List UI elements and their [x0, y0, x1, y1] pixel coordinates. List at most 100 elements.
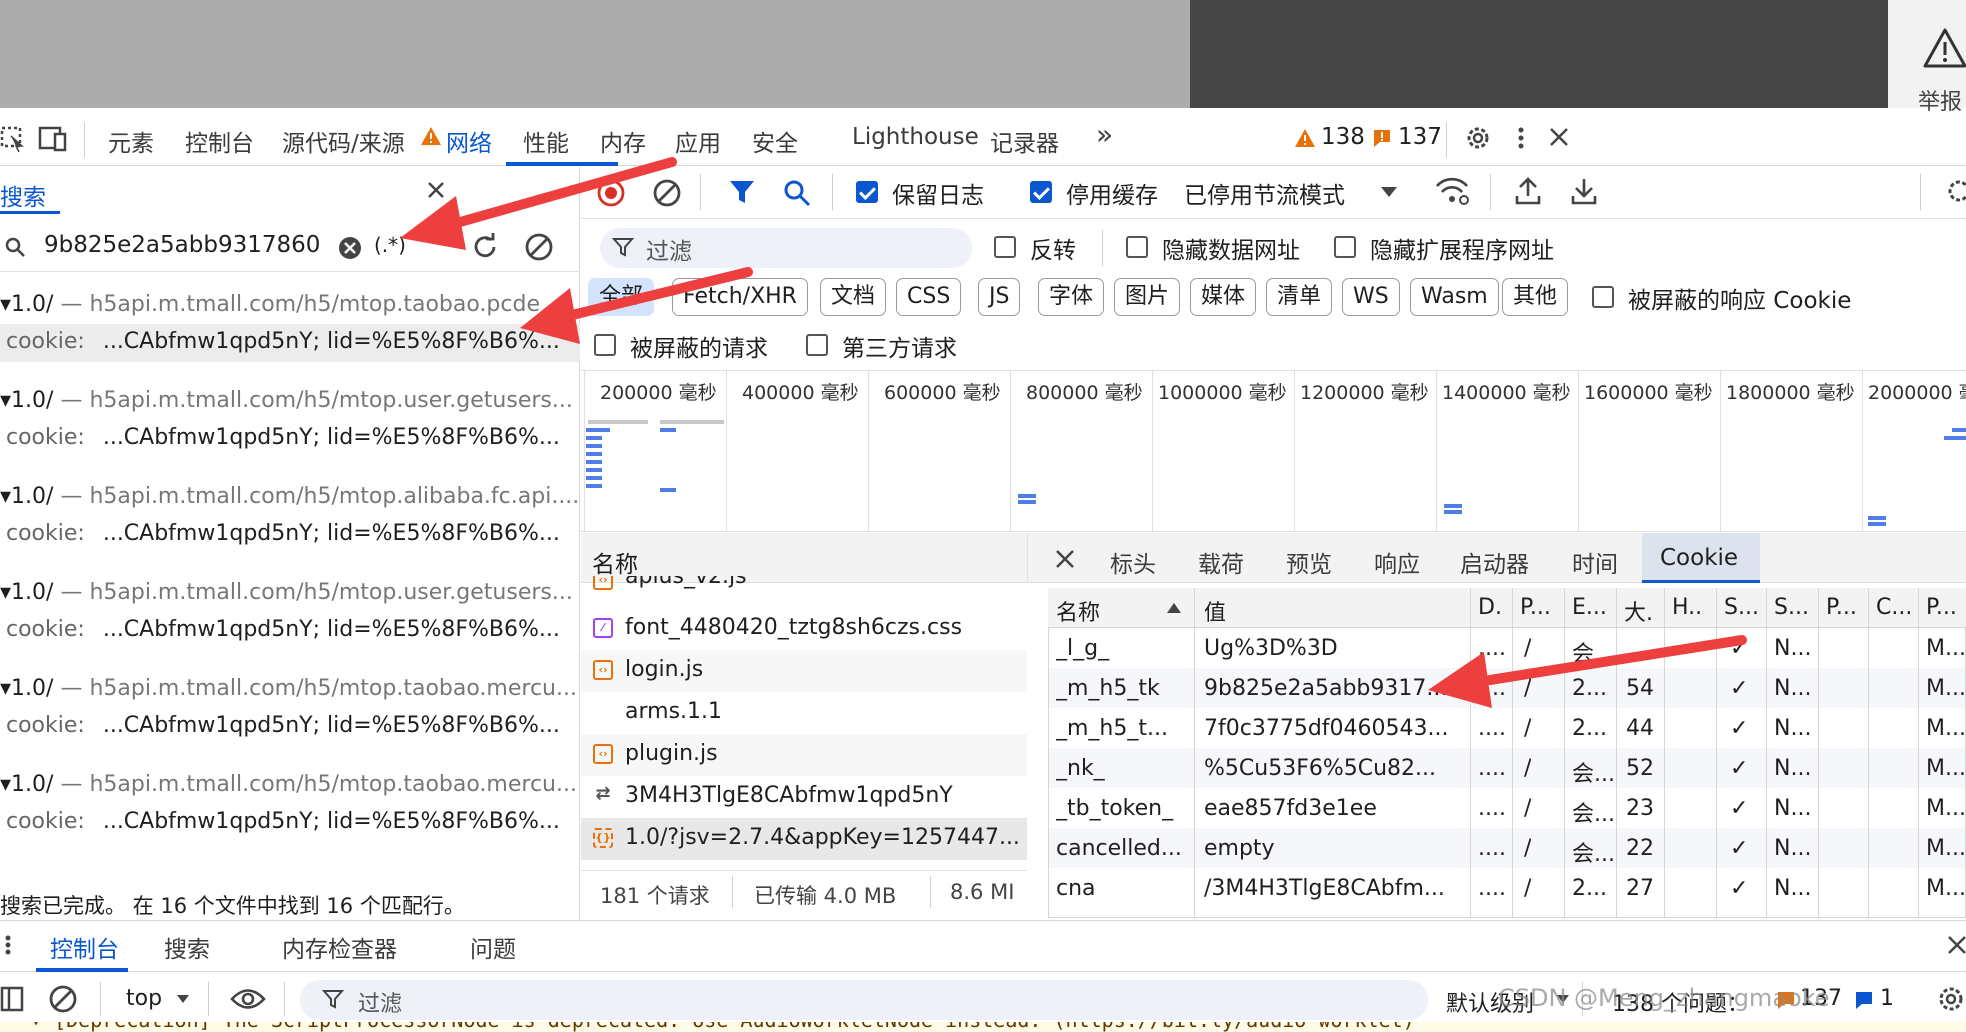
search-result-url[interactable]: ▾1.0/ — h5api.m.tmall.com/h5/mtop.user.g… — [0, 388, 578, 413]
hide-ext-urls-checkbox[interactable] — [1334, 236, 1356, 258]
chip-js[interactable]: JS — [978, 278, 1021, 316]
issue-info-count[interactable]: 1 — [1880, 986, 1894, 1011]
search-result-match[interactable]: cookie: ...CAbfmw1qpd5nY; lid=%E5%8F%B6%.… — [6, 329, 578, 354]
export-har-icon[interactable] — [1570, 176, 1598, 206]
cookie-name[interactable]: cna — [1056, 876, 1188, 901]
search-result-match[interactable]: cookie: ...CAbfmw1qpd5nY; lid=%E5%8F%B6%.… — [6, 617, 578, 642]
cookie-name[interactable]: _nk_ — [1056, 756, 1188, 781]
cookie-header-priority[interactable]: P... — [1926, 595, 1966, 620]
search-result-url[interactable]: ▾1.0/ — h5api.m.tmall.com/h5/mtop.taobao… — [0, 772, 578, 797]
tab-elements[interactable]: 元素 — [108, 124, 154, 158]
device-toolbar-icon[interactable] — [38, 124, 68, 154]
tab-timing[interactable]: 时间 — [1572, 545, 1618, 579]
drawer-tab-search[interactable]: 搜索 — [164, 930, 210, 964]
search-input[interactable]: 9b825e2a5abb9317860 — [44, 232, 324, 258]
tab-network[interactable]: 网络 — [446, 124, 492, 158]
cookie-value[interactable]: 7f0c3775df0460543... — [1204, 716, 1466, 741]
regex-toggle[interactable]: (.*) — [374, 233, 406, 257]
cookie-name[interactable]: _l_g_ — [1056, 636, 1188, 661]
clear-results-icon[interactable] — [524, 232, 554, 262]
request-row[interactable]: ‹› login.js — [581, 650, 1027, 692]
cookie-header-samesite[interactable]: S... — [1774, 595, 1809, 620]
chevron-down-icon[interactable] — [1380, 186, 1398, 198]
settings-gear-icon[interactable] — [1464, 124, 1492, 152]
search-result-url[interactable]: ▾1.0/ — h5api.m.tmall.com/h5/mtop.taobao… — [0, 292, 578, 317]
search-result-url[interactable]: ▾1.0/ — h5api.m.tmall.com/h5/mtop.user.g… — [0, 580, 578, 605]
tab-console[interactable]: 控制台 — [185, 124, 254, 158]
record-stop-icon[interactable] — [596, 178, 626, 208]
network-settings-icon[interactable] — [1944, 176, 1966, 206]
requests-name-column[interactable]: 名称 — [592, 545, 638, 579]
cookie-header-name[interactable]: 名称 — [1056, 595, 1100, 627]
cookie-name[interactable]: cancelled... — [1056, 836, 1188, 861]
close-devtools-icon[interactable] — [1548, 126, 1570, 148]
errors-count[interactable]: 137 — [1398, 124, 1442, 150]
close-detail-icon[interactable] — [1054, 548, 1076, 570]
cookie-header-value[interactable]: 值 — [1204, 595, 1226, 627]
cookie-value[interactable]: /3M4H3TlgE8CAbfm... — [1204, 876, 1466, 901]
request-row-selected[interactable]: {} 1.0/?jsv=2.7.4&appKey=1257447... — [581, 818, 1027, 860]
close-drawer-icon[interactable] — [1946, 934, 1966, 956]
cookie-value[interactable]: eae857fd3e1ee — [1204, 796, 1466, 821]
cookie-header-path[interactable]: P... — [1520, 595, 1551, 620]
drawer-tab-issues[interactable]: 问题 — [470, 930, 516, 964]
chip-other[interactable]: 其他 — [1502, 278, 1569, 316]
tab-response[interactable]: 响应 — [1374, 545, 1420, 579]
chevron-down-icon[interactable] — [176, 994, 190, 1004]
search-result-match[interactable]: cookie: ...CAbfmw1qpd5nY; lid=%E5%8F%B6%.… — [6, 713, 578, 738]
chip-fetch-xhr[interactable]: Fetch/XHR — [672, 278, 808, 316]
chip-wasm[interactable]: Wasm — [1410, 278, 1499, 316]
search-result-url[interactable]: ▾1.0/ — h5api.m.tmall.com/h5/mtop.taobao… — [0, 676, 578, 701]
drawer-tab-memory-inspector[interactable]: 内存检查器 — [282, 930, 397, 964]
chip-img[interactable]: 图片 — [1114, 278, 1181, 316]
cookie-name[interactable]: _m_h5_t... — [1056, 716, 1188, 741]
cookie-value[interactable]: empty — [1204, 836, 1466, 861]
tab-security[interactable]: 安全 — [752, 124, 798, 158]
search-network-icon[interactable] — [782, 178, 812, 208]
context-selector[interactable]: top — [126, 986, 162, 1011]
cookie-header-domain[interactable]: D. — [1478, 595, 1502, 620]
report-label[interactable]: 举报 — [1918, 84, 1962, 116]
chip-font[interactable]: 字体 — [1038, 278, 1105, 316]
more-tabs-icon[interactable]: » — [1096, 118, 1113, 151]
import-har-icon[interactable] — [1514, 176, 1542, 206]
request-row[interactable]: ⁄ font_4480420_tztg8sh6czs.css — [581, 608, 1027, 650]
sidebar-toggle-icon[interactable] — [0, 986, 24, 1012]
cookie-header-size[interactable]: 大. — [1624, 595, 1653, 627]
tab-initiator[interactable]: 启动器 — [1460, 545, 1529, 579]
blocked-requests-checkbox[interactable] — [594, 334, 616, 356]
chip-ws[interactable]: WS — [1342, 278, 1400, 316]
chip-doc[interactable]: 文档 — [820, 278, 887, 316]
tab-payload[interactable]: 载荷 — [1198, 545, 1244, 579]
cookie-name[interactable]: _tb_token_ — [1056, 796, 1188, 821]
warnings-count[interactable]: 138 — [1321, 124, 1365, 150]
cookie-header-expires[interactable]: E... — [1572, 595, 1607, 620]
drawer-menu-icon[interactable] — [2, 930, 14, 960]
cookie-header-httponly[interactable]: H.. — [1672, 595, 1702, 620]
hide-data-urls-checkbox[interactable] — [1126, 236, 1148, 258]
third-party-checkbox[interactable] — [806, 334, 828, 356]
cookie-header-partition[interactable]: P... — [1826, 595, 1857, 620]
tab-memory[interactable]: 内存 — [600, 124, 646, 158]
tab-preview[interactable]: 预览 — [1286, 545, 1332, 579]
cookie-header-cross-site[interactable]: C... — [1876, 595, 1912, 620]
request-row[interactable]: ‹› plugin.js — [581, 734, 1027, 776]
close-search-icon[interactable] — [426, 180, 446, 200]
console-settings-icon[interactable] — [1936, 984, 1966, 1014]
chip-media[interactable]: 媒体 — [1190, 278, 1257, 316]
tab-sources[interactable]: 源代码/来源 — [282, 124, 405, 158]
tab-headers[interactable]: 标头 — [1110, 545, 1156, 579]
filter-funnel-icon[interactable] — [728, 178, 756, 206]
search-result-match[interactable]: cookie: ...CAbfmw1qpd5nY; lid=%E5%8F%B6%.… — [6, 809, 578, 834]
live-expression-eye-icon[interactable] — [230, 986, 266, 1012]
search-panel-title[interactable]: 搜索 — [0, 178, 46, 212]
inspect-element-icon[interactable] — [0, 124, 26, 154]
warning-triangle-icon[interactable] — [1922, 26, 1966, 72]
cookie-value[interactable]: %5Cu53F6%5Cu82... — [1204, 756, 1466, 781]
chip-manifest[interactable]: 清单 — [1266, 278, 1333, 316]
tab-lighthouse[interactable]: Lighthouse — [852, 124, 979, 150]
drawer-tab-console[interactable]: 控制台 — [50, 930, 119, 964]
tab-cookies[interactable]: Cookie — [1660, 545, 1738, 571]
blocked-cookies-checkbox[interactable] — [1592, 286, 1614, 308]
invert-checkbox[interactable] — [994, 236, 1016, 258]
